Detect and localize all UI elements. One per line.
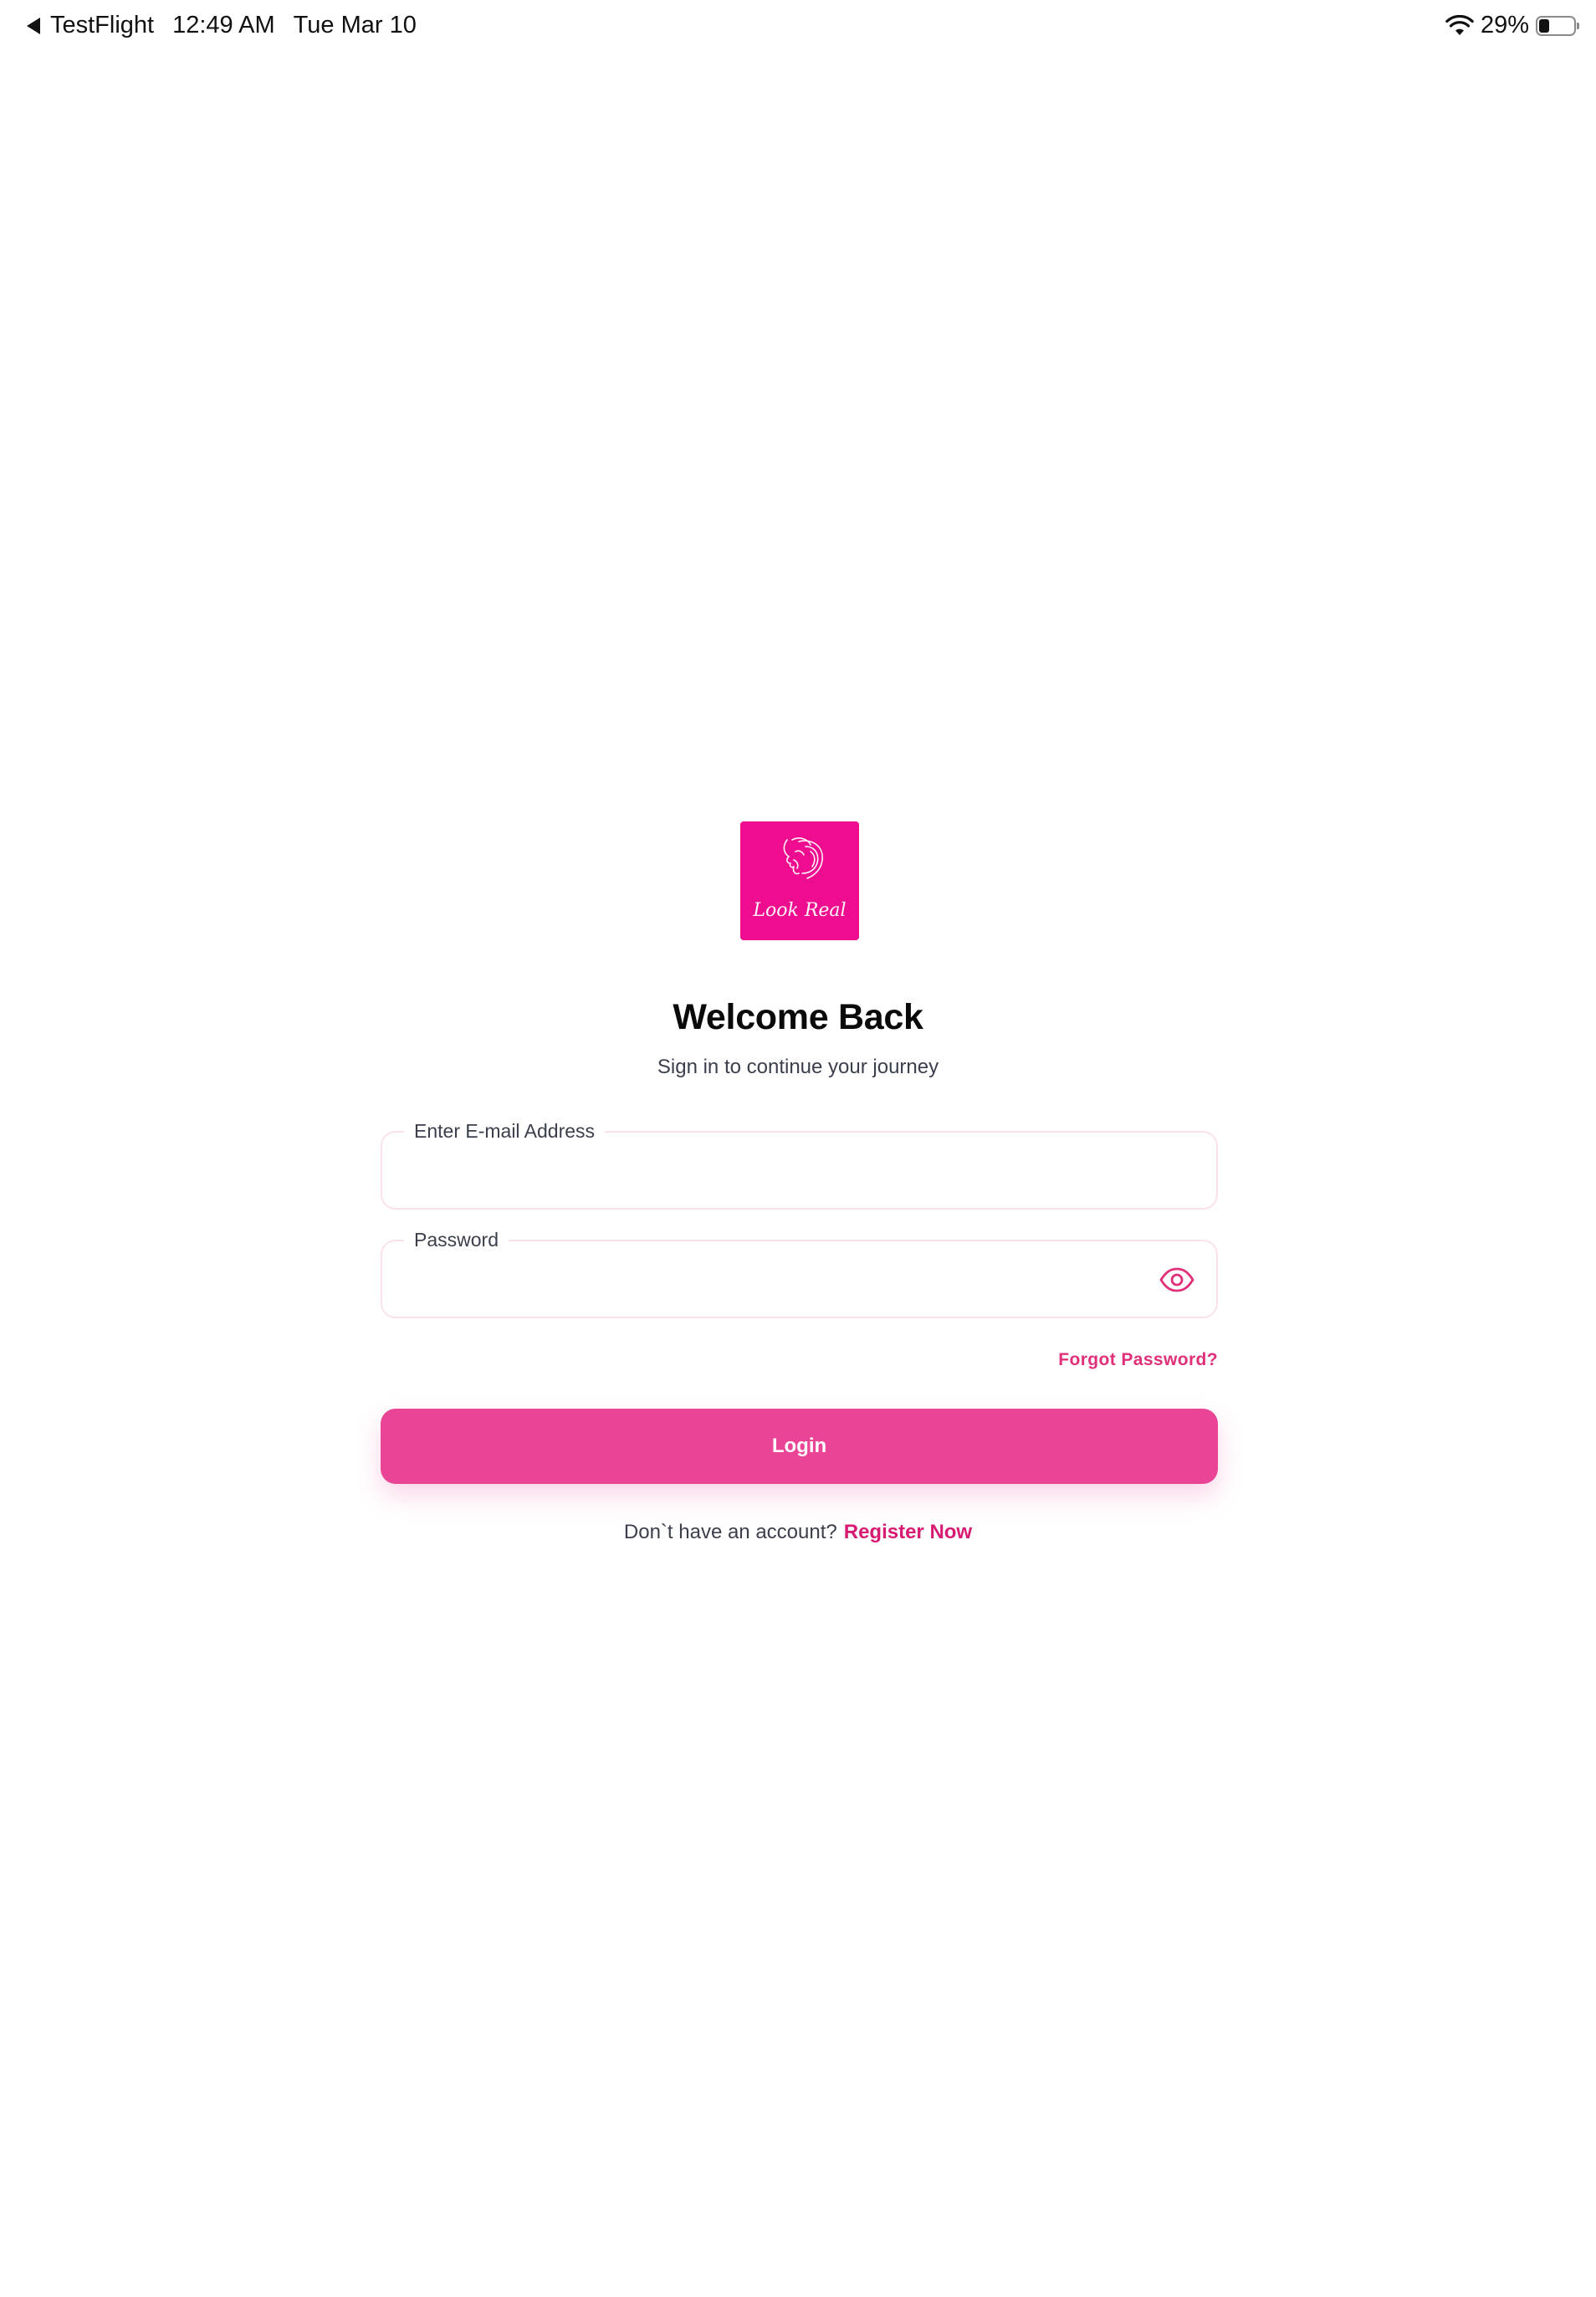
register-row: Don`t have an account? Register Now	[0, 1521, 1596, 1544]
email-field-label: Enter E-mail Address	[404, 1118, 606, 1143]
status-date: Tue Mar 10	[293, 12, 417, 38]
battery-percent: 29%	[1480, 12, 1529, 38]
password-field-label: Password	[404, 1227, 509, 1252]
status-right: 29%	[1445, 12, 1579, 39]
page-title: Welcome Back	[673, 997, 923, 1037]
battery-fill	[1539, 18, 1549, 33]
page-subtitle: Sign in to continue your journey	[657, 1056, 939, 1078]
password-input[interactable]	[407, 1260, 1130, 1302]
battery-icon	[1536, 15, 1579, 36]
login-button[interactable]: Login	[381, 1409, 1218, 1484]
no-account-text: Don`t have an account?	[623, 1521, 837, 1543]
forgot-password-link[interactable]: Forgot Password?	[1058, 1350, 1218, 1370]
back-app-label[interactable]: TestFlight	[50, 12, 154, 39]
password-field[interactable]: Password	[381, 1227, 1218, 1318]
look-real-logo: Look Real	[740, 821, 859, 940]
status-bar: TestFlight 12:49 AM Tue Mar 10 29%	[0, 0, 1596, 55]
email-field[interactable]: Enter E-mail Address	[381, 1118, 1218, 1210]
logo-artwork: Look Real	[752, 837, 847, 921]
logo-text: Look Real	[752, 900, 846, 921]
eye-icon[interactable]	[1159, 1266, 1194, 1293]
status-left: TestFlight 12:49 AM Tue Mar 10	[27, 12, 417, 39]
back-arrow-icon[interactable]	[27, 17, 40, 34]
email-input[interactable]	[407, 1151, 1130, 1193]
register-now-link[interactable]: Register Now	[844, 1521, 972, 1543]
status-time: 12:49 AM	[172, 12, 275, 38]
wifi-icon	[1445, 14, 1474, 35]
